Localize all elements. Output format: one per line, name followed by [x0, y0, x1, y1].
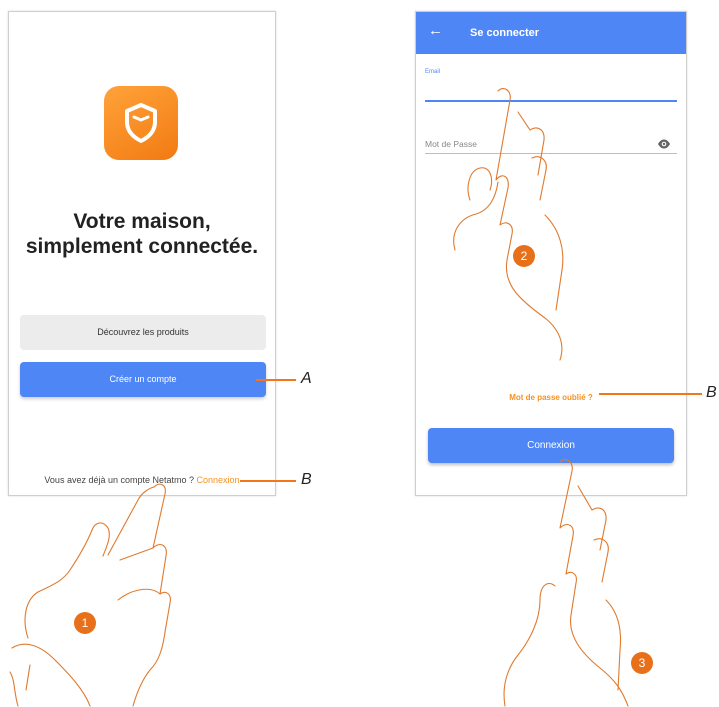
- hand-1-outline: [11, 483, 171, 707]
- hand-2-outline: [453, 88, 563, 361]
- step-badge-3: 3: [631, 652, 653, 674]
- callout-label-b-2: B: [706, 384, 717, 401]
- step-badge-2: 2: [513, 245, 535, 267]
- step-badge-1: 1: [74, 612, 96, 634]
- callout-line-a: [256, 379, 296, 381]
- callout-line-b-2: [599, 393, 702, 395]
- callout-label-a: A: [301, 370, 312, 387]
- pointing-hand-icon: [9, 88, 629, 707]
- hand-3-outline: [503, 459, 629, 707]
- callout-line-b-1: [240, 480, 296, 482]
- callout-label-b-1: B: [301, 471, 312, 488]
